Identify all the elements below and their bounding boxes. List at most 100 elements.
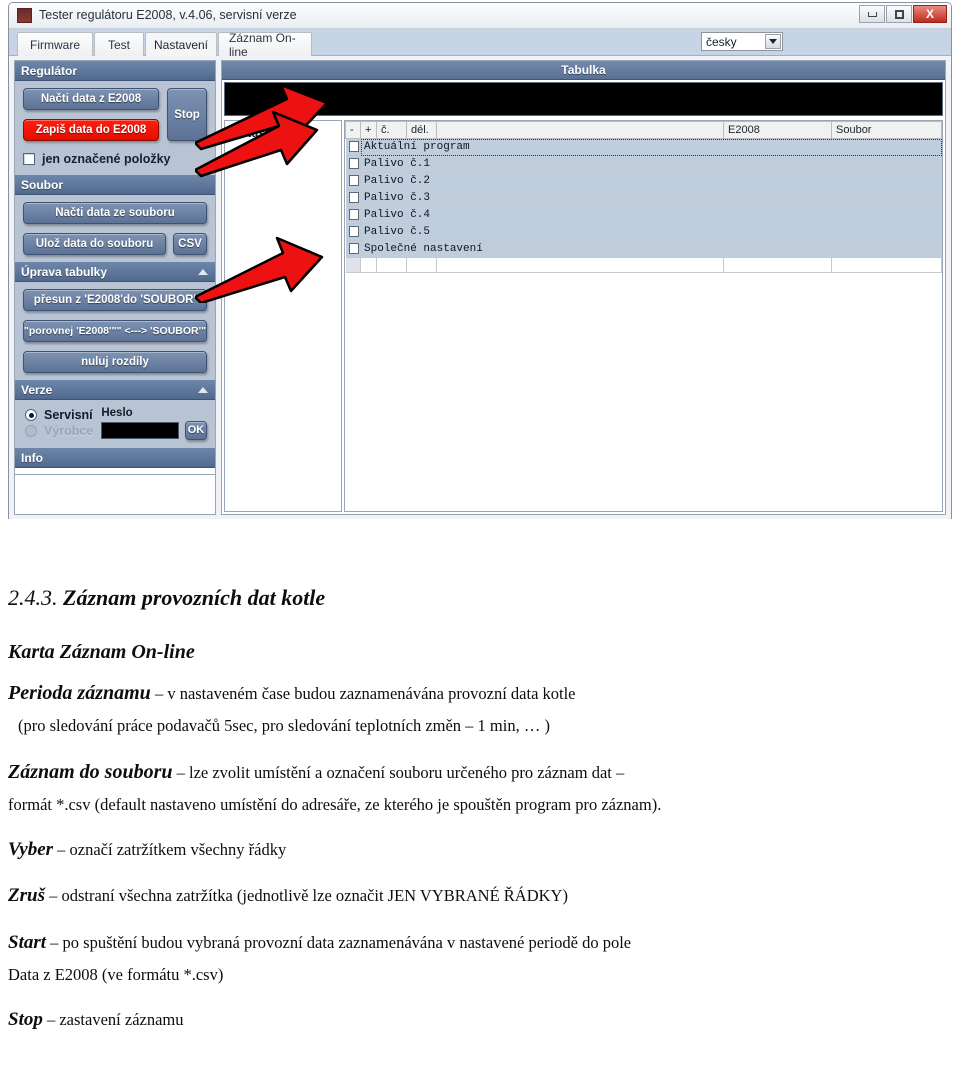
tree-node-label: Nastavení (243, 126, 300, 140)
table-row[interactable]: Palivo č.3 (345, 189, 942, 207)
read-from-e2008-button[interactable]: Načti data z E2008 (23, 88, 159, 110)
close-button[interactable]: X (913, 5, 947, 23)
table-panel-title: Tabulka (222, 61, 945, 80)
tab-nastaveni[interactable]: Nastavení (145, 32, 217, 56)
compare-e2008-soubor-button[interactable]: "porovnej 'E2008'"" <---> 'SOUBOR'" (23, 320, 207, 342)
paragraph-zaznam-lead: Záznam do souboru (8, 760, 173, 783)
version-vyrobce-row: Výrobce (25, 424, 93, 438)
password-field[interactable] (101, 421, 179, 439)
radio-servisni[interactable] (25, 409, 37, 421)
section-number: 2.4.3. (8, 585, 58, 610)
row-checkbox[interactable] (345, 206, 361, 224)
transfer-e2008-to-soubor-button[interactable]: přesun z 'E2008'do 'SOUBOR' (23, 289, 207, 311)
document-text: 2.4.3. Záznam provozních dat kotle Karta… (0, 525, 960, 1091)
row-label: Palivo č.5 (360, 223, 942, 241)
sidebar-section-soubor-header[interactable]: Soubor (15, 175, 215, 195)
tab-firmware[interactable]: Firmware (17, 32, 93, 56)
expand-plus-icon[interactable]: + (229, 128, 239, 138)
col-header-soubor[interactable]: Soubor (831, 121, 942, 139)
row-checkbox[interactable] (345, 240, 361, 258)
col-header-cislo[interactable]: č. (376, 121, 407, 139)
table-row-empty[interactable] (345, 257, 942, 273)
col-header-name[interactable] (436, 121, 724, 139)
minimize-button[interactable] (859, 5, 885, 23)
only-marked-items-checkbox[interactable] (23, 153, 35, 165)
radio-vyrobce (25, 425, 37, 437)
application-window: Tester regulátoru E2008, v.4.06, servisn… (8, 2, 952, 519)
only-marked-items-row[interactable]: jen označené položky (23, 152, 207, 166)
tree-node-nastaveni[interactable]: + Nastavení (229, 126, 337, 140)
row-checkbox[interactable] (345, 155, 361, 173)
row-label: Palivo č.4 (360, 206, 942, 224)
paragraph-vyber: Vyber – označí zatržítkem všechny řádky (8, 836, 922, 865)
paragraph-stop-lead: Stop (8, 1008, 43, 1030)
version-servisni-row[interactable]: Servisní (25, 408, 93, 422)
table-row[interactable]: Palivo č.5 (345, 223, 942, 241)
col-header-minus[interactable]: - (345, 121, 361, 139)
paragraph-zaznam-text: – lze zvolit umístění a označení souboru… (172, 762, 625, 782)
minimize-icon (867, 11, 877, 17)
paragraph-start-text: – po spuštění budou vybraná provozní dat… (46, 932, 632, 952)
paragraph-zrus-lead: Zruš (8, 885, 45, 906)
table-row[interactable]: Společné nastavení (345, 240, 942, 258)
chevron-up-icon[interactable] (198, 387, 208, 393)
row-label: Aktuální program (360, 138, 942, 156)
paragraph-stop: Stop – zastavení záznamu (8, 1006, 922, 1035)
row-checkbox[interactable] (345, 172, 361, 190)
zero-differences-button[interactable]: nuluj rozdíly (23, 351, 207, 373)
sidebar-section-verze-header[interactable]: Verze (15, 380, 215, 400)
table-header-row: - + č. dél. E2008 Soubor (345, 121, 942, 139)
settings-tree: + Nastavení (224, 120, 342, 512)
row-checkbox[interactable] (345, 138, 361, 156)
sidebar-section-info-title: Info (21, 450, 43, 465)
paragraph-perioda: Perioda záznamu – v nastaveném čase budo… (8, 678, 922, 708)
language-select-value: česky (706, 34, 737, 49)
chevron-down-icon[interactable] (765, 34, 781, 49)
sidebar-section-verze-body: Servisní Výrobce Heslo OK (15, 400, 215, 448)
sidebar-section-regulator-header[interactable]: Regulátor (15, 61, 215, 81)
tab-bar: Firmware Test Nastavení Záznam On-line č… (9, 29, 951, 59)
table-row[interactable]: Palivo č.4 (345, 206, 942, 224)
row-label: Palivo č.1 (360, 155, 942, 173)
tab-test[interactable]: Test (94, 32, 144, 56)
row-checkbox[interactable] (345, 223, 361, 241)
radio-vyrobce-label: Výrobce (44, 424, 94, 438)
paragraph-start-lead: Start (8, 931, 47, 953)
settings-table: - + č. dél. E2008 Soubor Aktuální progra… (345, 121, 942, 273)
col-header-delka[interactable]: dél. (406, 121, 437, 139)
chevron-up-icon[interactable] (198, 269, 208, 275)
paragraph-zaznam: Záznam do souboru – lze zvolit umístění … (8, 757, 922, 787)
col-header-plus[interactable]: + (360, 121, 377, 139)
table-row[interactable]: Aktuální program (345, 138, 942, 156)
window-body: Regulátor Načti data z E2008 Zapiš data … (9, 56, 951, 519)
language-select[interactable]: česky (701, 32, 783, 51)
paragraph-start-cont: Data z E2008 (ve formátu *.csv) (8, 965, 224, 984)
row-label: Palivo č.2 (360, 172, 942, 190)
window-title: Tester regulátoru E2008, v.4.06, servisn… (39, 8, 297, 22)
col-header-e2008[interactable]: E2008 (723, 121, 832, 139)
write-to-e2008-button[interactable]: Zapiš data do E2008 (23, 119, 159, 141)
row-checkbox-empty[interactable] (345, 257, 361, 273)
table-row[interactable]: Palivo č.2 (345, 172, 942, 190)
sidebar-section-verze-title: Verze (21, 382, 53, 397)
csv-button[interactable]: CSV (173, 233, 207, 255)
sidebar-section-uprava-header[interactable]: Úprava tabulky (15, 262, 215, 282)
load-from-file-button[interactable]: Načti data ze souboru (23, 202, 207, 224)
tab-zaznam-online[interactable]: Záznam On-line (218, 31, 312, 59)
password-ok-button[interactable]: OK (185, 420, 207, 440)
stop-button[interactable]: Stop (167, 88, 207, 141)
sidebar-section-uprava-title: Úprava tabulky (21, 264, 108, 279)
maximize-button[interactable] (886, 5, 912, 23)
sidebar-section-info-header[interactable]: Info (15, 448, 215, 468)
save-to-file-button[interactable]: Ulož data do souboru (23, 233, 166, 255)
row-label: Palivo č.3 (360, 189, 942, 207)
row-checkbox[interactable] (345, 189, 361, 207)
paragraph-stop-text: – zastavení záznamu (42, 1009, 184, 1029)
sidebar-scrollbar[interactable] (15, 474, 215, 486)
paragraph-start: Start – po spuštění budou vybraná provoz… (8, 929, 922, 958)
data-grid[interactable]: - + č. dél. E2008 Soubor Aktuální progra… (344, 120, 943, 512)
table-row[interactable]: Palivo č.1 (345, 155, 942, 173)
maximize-icon (894, 9, 904, 19)
paragraph-zrus: Zruš – odstraní všechna zatržítka (jedno… (8, 882, 922, 911)
window-titlebar: Tester regulátoru E2008, v.4.06, servisn… (9, 3, 951, 29)
